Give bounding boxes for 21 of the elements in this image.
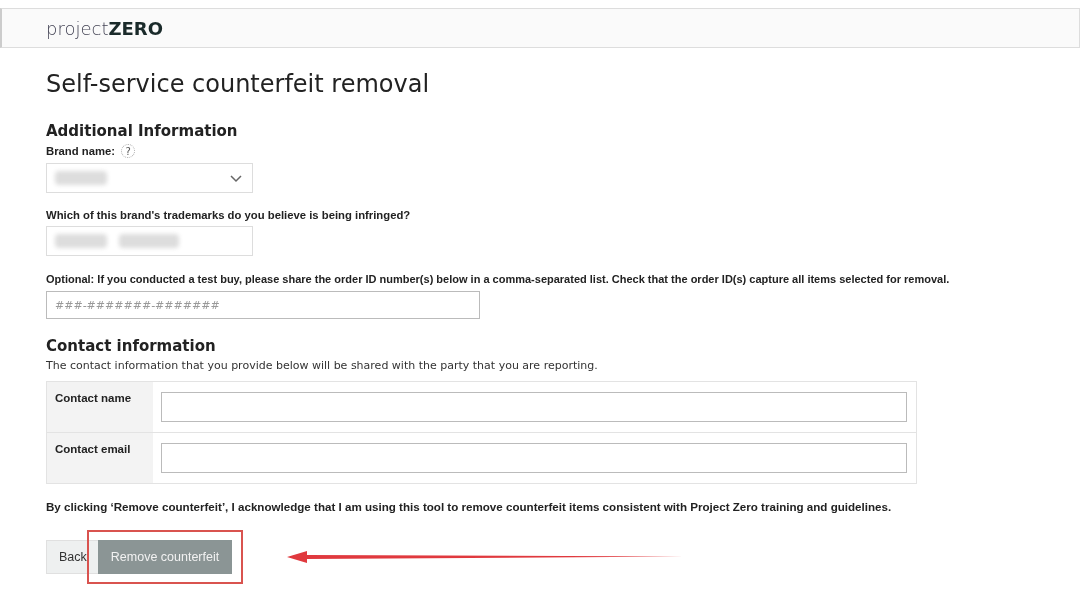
field-label: Contact email [55,443,131,455]
brand-dropdown[interactable] [46,163,253,193]
caret-icon [230,175,242,183]
section-description: The contact information that you provide below will be shared with the party that you are reporting. [46,359,599,372]
field-label: Optional: If you conducted a test buy, please share the order ID number(s) below in a comma-separated list. Check that the order ID(s) capture all items selected for removal. [46,273,951,285]
order-id-field[interactable]: ###-#######-####### [46,291,480,319]
field-label: Contact name [55,392,132,404]
trademark-field[interactable] [46,226,253,256]
form-button[interactable]: Back [46,540,100,574]
field-label: Brand name: [46,145,116,157]
section-heading: Contact information [46,337,217,355]
contact-field[interactable] [161,443,907,473]
field-label: Which of this brand's trademarks do you believe is being infringed? [46,209,412,221]
redacted-value [55,234,107,248]
acknowledgement-text: By clicking ‘Remove counterfeit’, I acknowledge that I am using this tool to remove counterfeit items consistent with Project Zero training and guidelines. [46,500,893,513]
logo[interactable]: projectZERO [46,17,163,39]
page-title: Self-service counterfeit removal [46,70,431,98]
section-heading: Additional Information [46,122,239,140]
contact-field[interactable] [161,392,907,422]
redacted-value [55,171,107,185]
redacted-value [119,234,179,248]
